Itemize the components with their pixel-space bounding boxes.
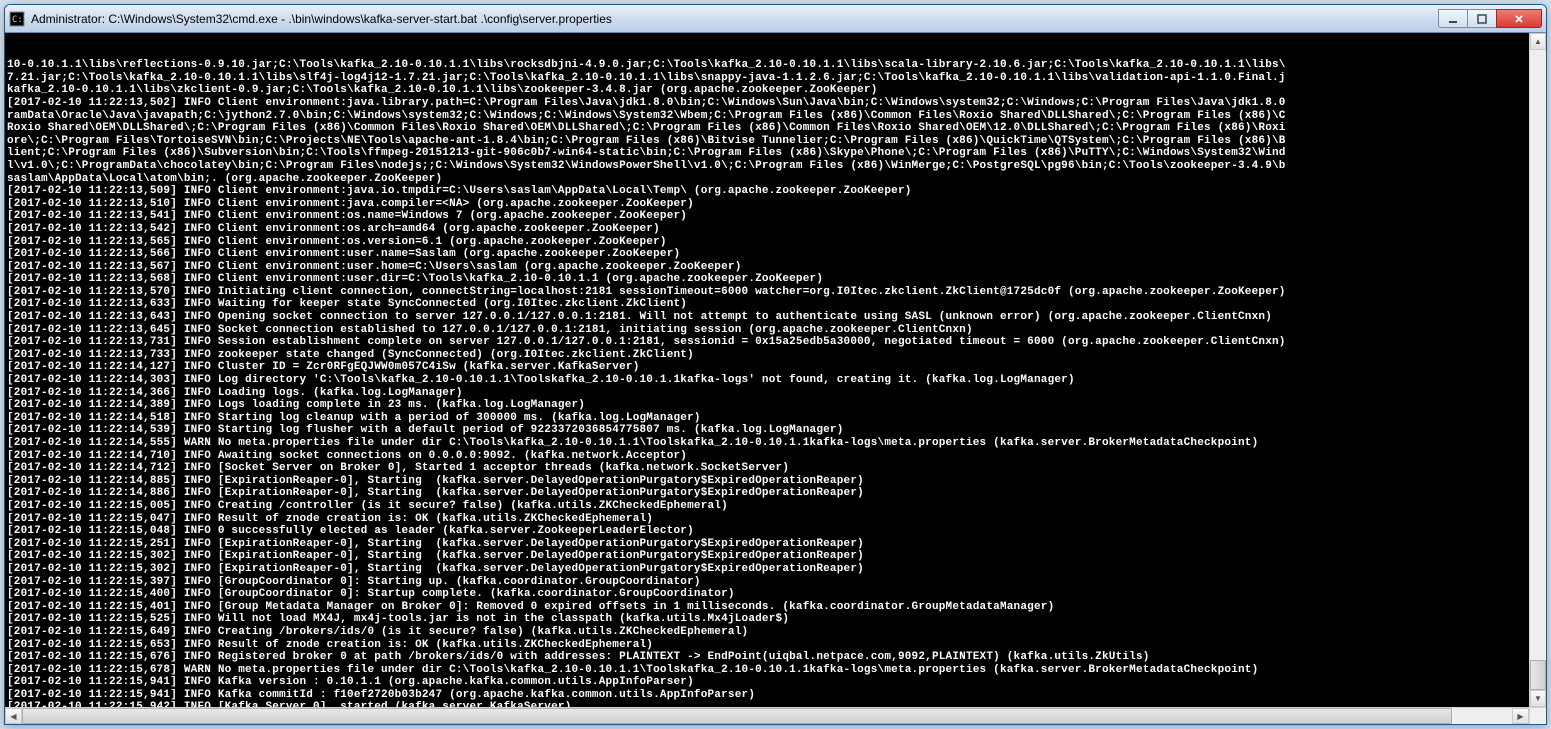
close-button[interactable] xyxy=(1496,9,1542,28)
console-output[interactable]: 10-0.10.1.1\libs\reflections-0.9.10.jar;… xyxy=(5,33,1529,707)
cmd-icon: C:\ xyxy=(9,11,25,27)
content-area: 10-0.10.1.1\libs\reflections-0.9.10.jar;… xyxy=(5,33,1546,724)
horizontal-scrollbar[interactable]: ◀ ▶ xyxy=(5,707,1546,724)
vertical-scroll-thumb[interactable] xyxy=(1530,660,1546,690)
svg-text:C:\: C:\ xyxy=(12,15,25,25)
scroll-left-arrow[interactable]: ◀ xyxy=(5,708,22,724)
scroll-up-arrow[interactable]: ▲ xyxy=(1530,33,1546,50)
scrollbar-corner xyxy=(1529,708,1546,724)
scroll-down-arrow[interactable]: ▼ xyxy=(1530,690,1546,707)
maximize-button[interactable] xyxy=(1467,9,1497,28)
horizontal-scroll-thumb[interactable] xyxy=(22,708,1452,724)
titlebar[interactable]: C:\ Administrator: C:\Windows\System32\c… xyxy=(5,5,1546,33)
cmd-window: C:\ Administrator: C:\Windows\System32\c… xyxy=(4,4,1547,725)
scroll-right-arrow[interactable]: ▶ xyxy=(1512,708,1529,724)
vertical-scroll-track[interactable] xyxy=(1530,50,1546,690)
vertical-scrollbar[interactable]: ▲ ▼ xyxy=(1529,33,1546,707)
window-title: Administrator: C:\Windows\System32\cmd.e… xyxy=(31,12,1439,26)
horizontal-scroll-track[interactable] xyxy=(22,708,1512,724)
window-controls xyxy=(1439,9,1542,28)
minimize-button[interactable] xyxy=(1438,9,1468,28)
